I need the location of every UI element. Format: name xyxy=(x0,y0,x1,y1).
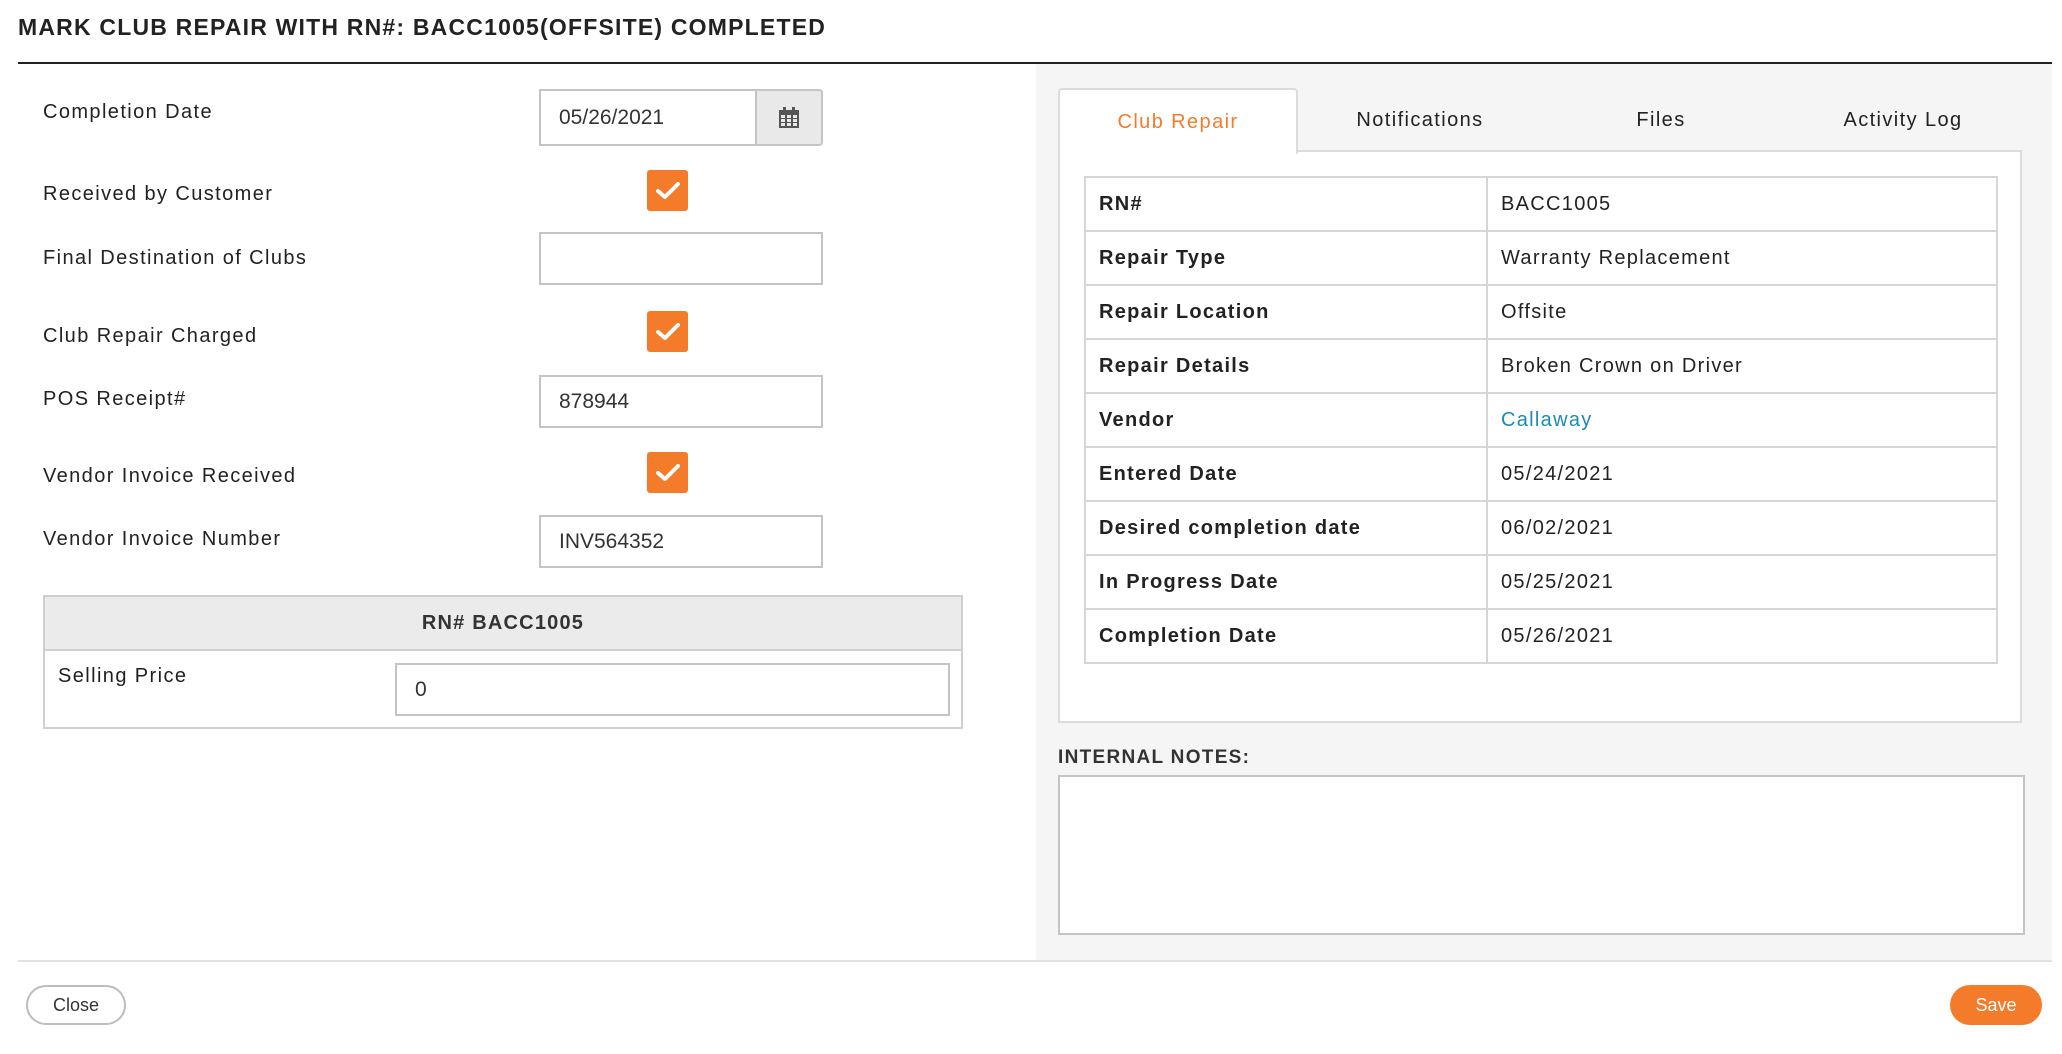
club-repair-charged-label: Club Repair Charged xyxy=(43,325,258,347)
detail-key: RN# xyxy=(1084,176,1488,232)
detail-key: Repair Location xyxy=(1084,284,1488,340)
vendor-invoice-received-checkbox[interactable] xyxy=(647,452,688,493)
detail-key: Repair Details xyxy=(1084,338,1488,394)
detail-key: Entered Date xyxy=(1084,446,1488,502)
tab-notifications[interactable]: Notifications xyxy=(1304,88,1536,152)
detail-key: Vendor xyxy=(1084,392,1488,448)
detail-key: Repair Type xyxy=(1084,230,1488,286)
vendor-invoice-number-input[interactable] xyxy=(539,515,823,568)
final-destination-label: Final Destination of Clubs xyxy=(43,247,308,269)
calendar-button[interactable] xyxy=(755,89,823,146)
completion-date-group xyxy=(539,89,823,146)
table-row: Vendor Callaway xyxy=(1084,392,1998,448)
table-row: Repair Type Warranty Replacement xyxy=(1084,230,1998,286)
table-row: Completion Date 05/26/2021 xyxy=(1084,608,1998,664)
repair-details-table: RN# BACC1005 Repair Type Warranty Replac… xyxy=(1084,176,1998,664)
completion-date-input[interactable] xyxy=(539,89,755,146)
tab-activity-log[interactable]: Activity Log xyxy=(1784,88,2022,152)
footer-divider xyxy=(18,960,2052,962)
modal-title: MARK CLUB REPAIR WITH RN#: BACC1005(OFFS… xyxy=(18,14,827,40)
checkmark-icon xyxy=(655,181,680,199)
detail-key: Completion Date xyxy=(1084,608,1488,664)
table-row: Entered Date 05/24/2021 xyxy=(1084,446,1998,502)
detail-value: Warranty Replacement xyxy=(1486,230,1998,286)
completion-date-label: Completion Date xyxy=(43,101,213,123)
checkmark-icon xyxy=(655,463,680,481)
club-repair-charged-checkbox[interactable] xyxy=(647,311,688,352)
detail-value: 06/02/2021 xyxy=(1486,500,1998,556)
detail-value: Broken Crown on Driver xyxy=(1486,338,1998,394)
table-row: Desired completion date 06/02/2021 xyxy=(1084,500,1998,556)
right-panel: Club Repair Notifications Files Activity… xyxy=(1036,64,2052,960)
detail-value: 05/24/2021 xyxy=(1486,446,1998,502)
tab-club-repair[interactable]: Club Repair xyxy=(1058,88,1298,154)
calendar-icon xyxy=(779,106,799,128)
close-button[interactable]: Close xyxy=(26,985,126,1025)
received-by-customer-checkbox[interactable] xyxy=(647,170,688,211)
rn-pricing-box: RN# BACC1005 Selling Price xyxy=(43,595,963,729)
detail-value: BACC1005 xyxy=(1486,176,1998,232)
tab-files[interactable]: Files xyxy=(1546,88,1776,152)
table-row: Repair Details Broken Crown on Driver xyxy=(1084,338,1998,394)
selling-price-label: Selling Price xyxy=(58,665,188,687)
table-row: In Progress Date 05/25/2021 xyxy=(1084,554,1998,610)
detail-value: 05/25/2021 xyxy=(1486,554,1998,610)
detail-value: Offsite xyxy=(1486,284,1998,340)
received-by-customer-label: Received by Customer xyxy=(43,183,274,205)
table-row: Repair Location Offsite xyxy=(1084,284,1998,340)
pos-receipt-input[interactable] xyxy=(539,375,823,428)
detail-key: Desired completion date xyxy=(1084,500,1488,556)
final-destination-input[interactable] xyxy=(539,232,823,285)
pos-receipt-label: POS Receipt# xyxy=(43,388,187,410)
table-row: RN# BACC1005 xyxy=(1084,176,1998,232)
save-button[interactable]: Save xyxy=(1950,985,2042,1025)
rn-pricing-header: RN# BACC1005 xyxy=(45,597,961,651)
internal-notes-label: INTERNAL NOTES: xyxy=(1058,747,1251,768)
detail-key: In Progress Date xyxy=(1084,554,1488,610)
vendor-link[interactable]: Callaway xyxy=(1486,392,1998,448)
vendor-invoice-number-label: Vendor Invoice Number xyxy=(43,528,282,550)
vendor-invoice-received-label: Vendor Invoice Received xyxy=(43,465,297,487)
detail-value: 05/26/2021 xyxy=(1486,608,1998,664)
internal-notes-textarea[interactable] xyxy=(1058,775,2025,935)
selling-price-input[interactable] xyxy=(395,663,950,716)
checkmark-icon xyxy=(655,322,680,340)
